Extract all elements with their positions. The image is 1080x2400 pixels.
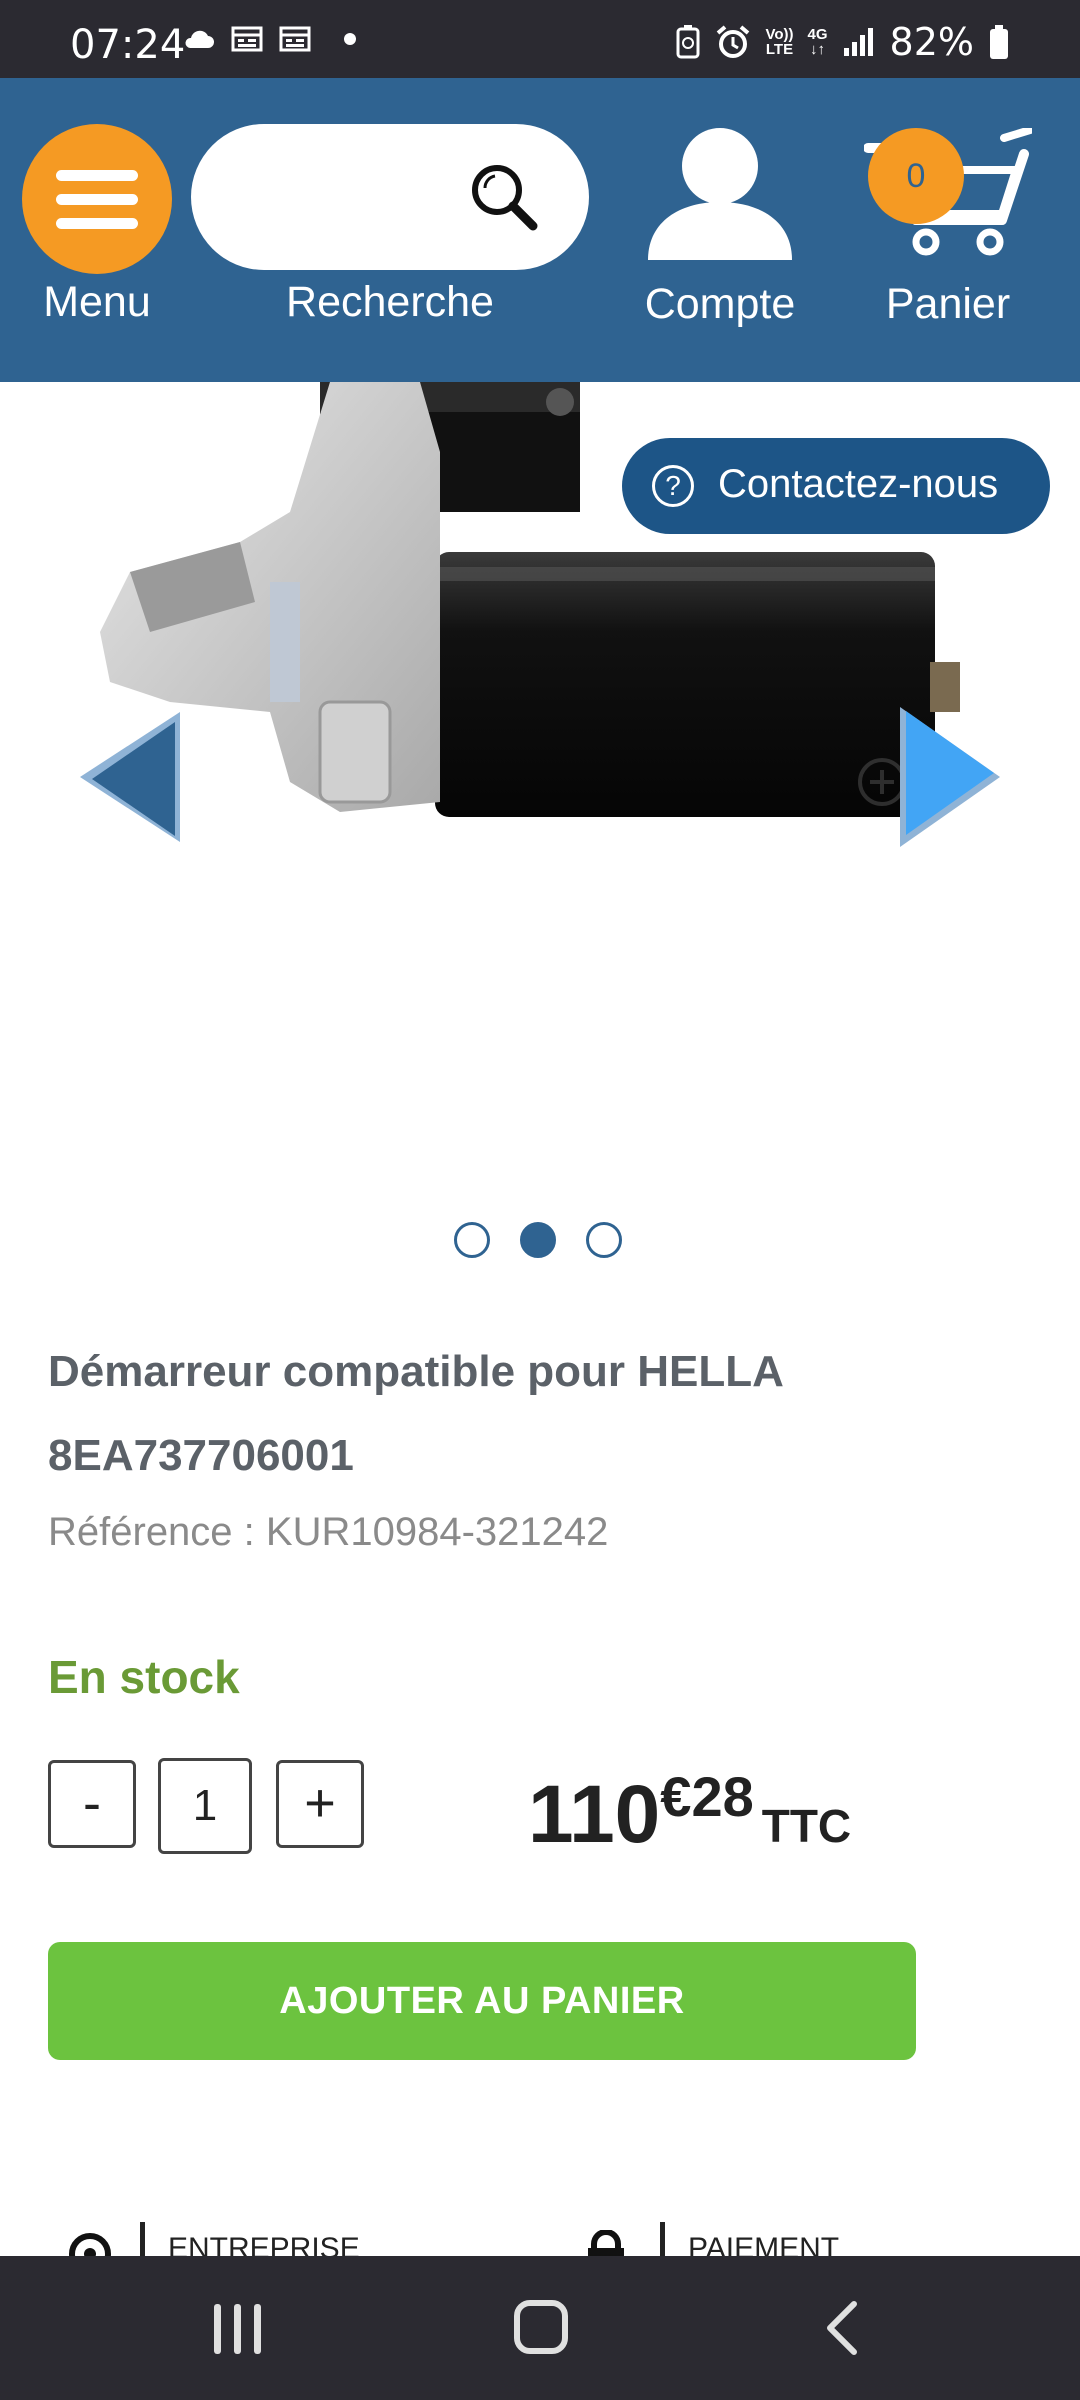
price-integer: 110 — [528, 1769, 661, 1860]
status-bar: 07:24 Vo)) LTE 4G ↓↑ 82% — [0, 0, 1080, 78]
system-icons: Vo)) LTE 4G ↓↑ 82% — [675, 20, 1010, 64]
alarm-icon — [717, 25, 750, 58]
gallery-pagination — [454, 1222, 622, 1258]
more-notifications-dot — [344, 33, 356, 45]
menu-label[interactable]: Menu — [22, 278, 172, 327]
contact-us-button[interactable]: ? Contactez-nous — [622, 438, 1050, 534]
signal-icon — [843, 28, 873, 56]
search-label[interactable]: Recherche — [190, 278, 590, 327]
product-reference: Référence : KUR10984-321242 — [48, 1510, 609, 1554]
search-icon[interactable] — [469, 162, 541, 234]
battery-icon — [990, 25, 1008, 59]
lock-icon — [588, 2230, 624, 2256]
menu-button[interactable] — [22, 124, 172, 274]
account-label[interactable]: Compte — [620, 280, 820, 329]
battery-level: 82% — [889, 20, 974, 64]
back-button[interactable] — [822, 2300, 862, 2356]
home-button[interactable] — [514, 2300, 568, 2354]
contact-us-label: Contactez-nous — [718, 462, 999, 506]
price-tax-label: TTC — [761, 1800, 852, 1852]
quantity-decrease-button[interactable]: - — [48, 1760, 136, 1848]
price-cents: €28 — [660, 1765, 754, 1828]
product-price: 110€28 TTC — [528, 1765, 852, 1862]
help-icon: ? — [652, 465, 694, 507]
quantity-increase-button[interactable]: + — [276, 1760, 364, 1848]
status-time: 07:24 — [70, 22, 186, 68]
previous-image-arrow[interactable] — [80, 712, 180, 842]
product-gallery: ? Contactez-nous — [0, 382, 1080, 1162]
slide-dot-1[interactable] — [454, 1222, 490, 1258]
search-input[interactable] — [191, 124, 589, 270]
notification-icons — [182, 24, 356, 54]
site-header: Menu Recherche Compte 0 Panier — [0, 78, 1080, 382]
calendar-icon — [231, 26, 263, 52]
stock-status: En stock — [48, 1651, 240, 1703]
calendar-icon — [279, 26, 311, 52]
next-image-arrow[interactable] — [900, 707, 1010, 847]
account-icon[interactable] — [642, 124, 798, 264]
battery-saver-icon — [676, 25, 700, 59]
product-title: Démarreur compatible pour HELLA 8EA73770… — [48, 1347, 783, 1480]
location-icon — [69, 2233, 111, 2256]
cart-count-badge[interactable]: 0 — [868, 128, 964, 224]
slide-dot-2[interactable] — [520, 1222, 556, 1258]
cart-label[interactable]: Panier — [858, 280, 1038, 329]
slide-dot-3[interactable] — [586, 1222, 622, 1258]
system-navigation-bar — [0, 2256, 1080, 2400]
cloud-icon — [185, 30, 214, 48]
network-type-icon: 4G ↓↑ — [807, 26, 828, 58]
add-to-cart-button[interactable]: AJOUTER AU PANIER — [48, 1942, 916, 2060]
quantity-input[interactable]: 1 — [158, 1758, 252, 1854]
volte-icon: Vo)) LTE — [765, 26, 794, 58]
